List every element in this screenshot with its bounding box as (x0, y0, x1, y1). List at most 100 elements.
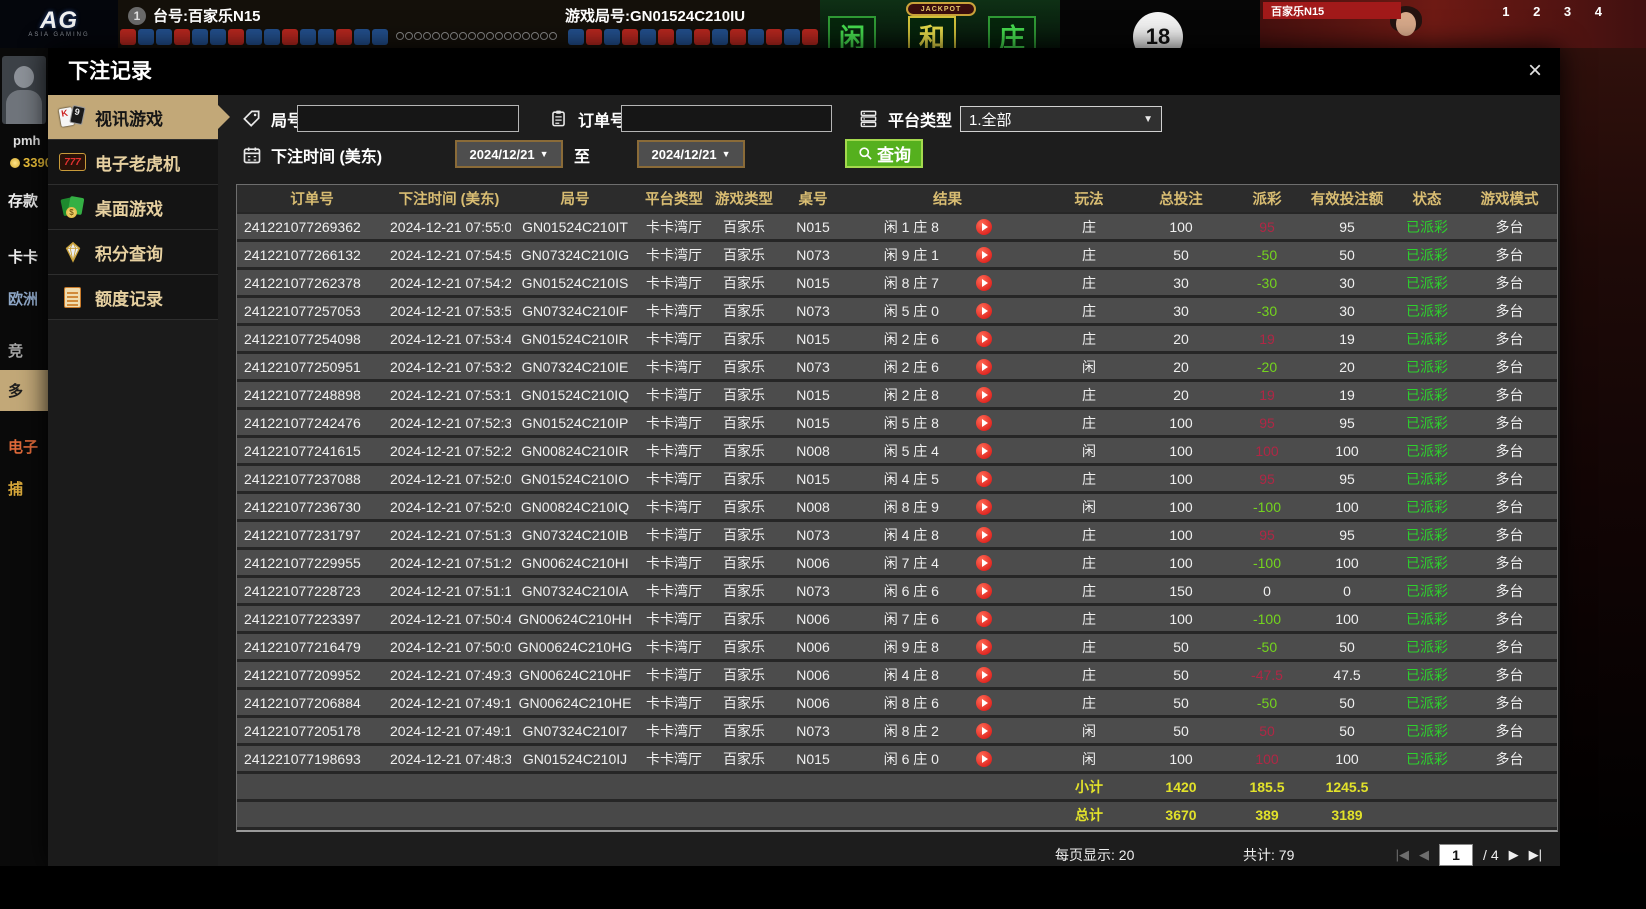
cell-game-type: 百家乐 (723, 218, 765, 235)
cell-status: 已派彩 (1406, 302, 1448, 319)
cell-order: 241221077248898 (244, 386, 361, 403)
table-number-label: 1 台号:百家乐N15 (128, 5, 261, 26)
search-button[interactable]: 查询 (845, 139, 923, 168)
round-number-input[interactable] (297, 105, 519, 132)
cell-game-mode: 多台 (1495, 470, 1524, 487)
platform-type-select[interactable]: 1.全部 ▼ (960, 106, 1162, 132)
cell-table-number: N073 (796, 246, 830, 263)
order-number-input[interactable] (621, 105, 832, 132)
play-video-button[interactable] (975, 750, 992, 767)
total-row-bet: 3670 (1165, 806, 1197, 823)
bead-dot (459, 32, 467, 40)
bead-chip (802, 29, 818, 45)
cell-game-type: 百家乐 (723, 498, 765, 515)
sidebar-item-kaka[interactable]: 卡卡 (8, 246, 48, 267)
table-games-icon: $ (59, 195, 86, 219)
play-video-button[interactable] (975, 358, 992, 375)
cell-game-mode: 多台 (1495, 638, 1524, 655)
cell-payout: -50 (1256, 246, 1278, 263)
modal-title: 下注记录 (68, 60, 152, 83)
cell-valid-bet: 30 (1339, 302, 1355, 319)
cell-platform: 卡卡湾厅 (646, 470, 702, 487)
result-text: 闲 5 庄 0 (883, 302, 939, 319)
play-video-button[interactable] (975, 638, 992, 655)
cell-total-bet: 100 (1169, 526, 1193, 543)
play-video-button[interactable] (975, 582, 992, 599)
result-text: 闲 1 庄 8 (883, 218, 939, 235)
column-header: 有效投注额 (1310, 192, 1384, 208)
bet-tie-button[interactable]: 和 (908, 16, 956, 48)
bead-road (568, 29, 818, 45)
last-page-icon[interactable]: ▶| (1529, 843, 1542, 867)
sidebar-item-label: 视讯游戏 (95, 109, 163, 129)
table-row: 241221077206884 2024-12-21 07:49:18 GN0062… (237, 690, 1557, 715)
sidebar-item-table-games[interactable]: $ 桌面游戏 (48, 185, 218, 230)
table-body: 241221077269362 2024-12-21 07:55:09 GN0152… (237, 212, 1557, 827)
cell-game-mode: 多台 (1495, 246, 1524, 263)
prev-page-icon[interactable]: ◀ (1419, 843, 1429, 867)
play-video-button[interactable] (975, 470, 992, 487)
play-video-button[interactable] (975, 610, 992, 627)
bet-banker-button[interactable]: 庄 (988, 16, 1036, 48)
cell-round: GN00824C210IR (521, 442, 629, 459)
cell-payout: 100 (1255, 750, 1279, 767)
play-video-button[interactable] (975, 666, 992, 683)
first-page-icon[interactable]: |◀ (1396, 843, 1409, 867)
next-page-icon[interactable]: ▶ (1509, 843, 1519, 867)
play-video-button[interactable] (975, 330, 992, 347)
close-icon[interactable]: × (1528, 57, 1542, 85)
sidebar-item-slots[interactable]: 777 电子老虎机 (48, 140, 218, 185)
play-video-button[interactable] (975, 218, 992, 235)
play-video-button[interactable] (975, 554, 992, 571)
cell-payout: 100 (1255, 442, 1279, 459)
cell-platform: 卡卡湾厅 (646, 610, 702, 627)
sidebar-item-video-games[interactable]: K 9 视讯游戏 (48, 95, 230, 140)
sidebar-item-credit-records[interactable]: 额度记录 (48, 275, 218, 320)
cell-play-type: 庄 (1082, 582, 1096, 599)
play-video-button[interactable] (975, 274, 992, 291)
page-number-input[interactable] (1439, 844, 1474, 866)
sidebar-item-europe[interactable]: 欧洲 (8, 288, 48, 309)
cell-valid-bet: 100 (1335, 750, 1359, 767)
play-video-button[interactable] (975, 694, 992, 711)
cell-valid-bet: 50 (1339, 638, 1355, 655)
play-video-button[interactable] (975, 442, 992, 459)
cell-play-type: 庄 (1082, 218, 1096, 235)
cell-valid-bet: 20 (1339, 358, 1355, 375)
cell-payout: -30 (1256, 302, 1278, 319)
date-to-picker[interactable]: 2024/12/21 ▼ (637, 140, 745, 168)
sidebar-item-points[interactable]: 积分查询 (48, 230, 218, 275)
cell-total-bet: 20 (1173, 358, 1189, 375)
play-video-button[interactable] (975, 722, 992, 739)
sidebar-item-dianzi[interactable]: 电子 (8, 436, 48, 457)
cell-valid-bet: 100 (1335, 442, 1359, 459)
sidebar-item-deposit[interactable]: 存款 (8, 190, 48, 211)
cell-result: 闲 6 庄 6 (847, 581, 1048, 601)
cell-bet-time: 2024-12-21 07:52:01 (390, 498, 511, 515)
cell-order: 241221077250951 (244, 358, 361, 375)
bet-player-button[interactable]: 闲 (828, 16, 876, 48)
subtotal-row: 小计 1420 185.5 1245.5 (237, 774, 1557, 799)
play-video-button[interactable] (975, 386, 992, 403)
result-text: 闲 4 庄 8 (883, 666, 939, 683)
cell-platform: 卡卡湾厅 (646, 302, 702, 319)
play-video-button[interactable] (975, 246, 992, 263)
result-text: 闲 2 庄 8 (883, 386, 939, 403)
tag-icon (238, 109, 265, 128)
sidebar-item-duo[interactable]: 多 (0, 370, 48, 411)
cell-order: 241221077206884 (244, 694, 361, 711)
play-video-button[interactable] (975, 414, 992, 431)
cell-round: GN01524C210IJ (522, 750, 628, 767)
cell-platform: 卡卡湾厅 (646, 218, 702, 235)
cell-table-number: N015 (796, 386, 830, 403)
bead-chip (156, 29, 172, 45)
sidebar-item-jing[interactable]: 竞 (8, 340, 48, 361)
date-from-picker[interactable]: 2024/12/21 ▼ (455, 140, 563, 168)
sidebar-item-buyu[interactable]: 捕 (8, 478, 48, 499)
play-video-button[interactable] (975, 526, 992, 543)
play-video-button[interactable] (975, 498, 992, 515)
cell-game-mode: 多台 (1495, 666, 1524, 683)
cell-status: 已派彩 (1406, 358, 1448, 375)
cell-order: 241221077254098 (244, 330, 361, 347)
play-video-button[interactable] (975, 302, 992, 319)
